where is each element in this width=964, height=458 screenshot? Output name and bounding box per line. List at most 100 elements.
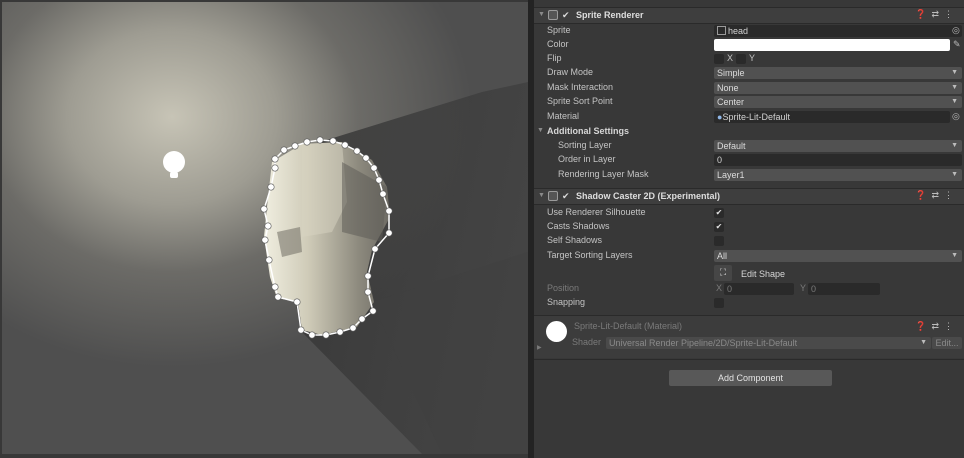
sprite-renderer-enabled-checkbox[interactable]: ✔	[562, 10, 572, 20]
use-silhouette-checkbox[interactable]: ✔	[714, 208, 724, 218]
chevron-down-icon: ▼	[920, 339, 927, 346]
self-shadows-checkbox[interactable]	[714, 236, 724, 246]
sprite-label: Sprite	[547, 25, 571, 35]
sort-point-value: Center	[717, 97, 745, 107]
rendering-layer-mask-row: Rendering Layer Mask Layer1 ▼	[534, 168, 964, 182]
flip-y-checkbox[interactable]	[736, 54, 746, 64]
rendering-layer-mask-label: Rendering Layer Mask	[558, 169, 649, 179]
casts-shadows-label: Casts Shadows	[547, 221, 610, 231]
material-row: Material ●Sprite-Lit-Default ◎	[534, 110, 964, 124]
chevron-down-icon: ▼	[951, 252, 958, 259]
material-preview-icon	[546, 321, 567, 342]
sort-point-row: Sprite Sort Point Center ▼	[534, 95, 964, 109]
scene-view[interactable]	[2, 2, 528, 454]
chevron-down-icon: ▼	[951, 84, 958, 91]
chevron-down-icon: ▼	[951, 69, 958, 76]
object-picker-icon[interactable]: ◎	[952, 111, 960, 122]
sort-point-dropdown[interactable]: Center ▼	[714, 96, 962, 108]
sorting-layer-value: Default	[717, 141, 746, 151]
sorting-layer-dropdown[interactable]: Default ▼	[714, 140, 962, 152]
position-y-input[interactable]: 0	[808, 283, 880, 295]
sprite-row: Sprite head ◎	[534, 24, 964, 38]
material-value: Sprite-Lit-Default	[722, 112, 790, 122]
snapping-checkbox[interactable]	[714, 298, 724, 308]
chevron-down-icon: ▼	[951, 142, 958, 149]
draw-mode-label: Draw Mode	[547, 67, 594, 77]
shadow-caster-icon	[548, 191, 558, 201]
rendering-layer-mask-value: Layer1	[717, 170, 745, 180]
mask-value: None	[717, 83, 739, 93]
flip-row: Flip X Y	[534, 52, 964, 66]
order-in-layer-input[interactable]: 0	[714, 154, 962, 166]
target-sorting-dropdown[interactable]: All ▼	[714, 250, 962, 262]
flip-y-label: Y	[749, 53, 756, 63]
sort-point-label: Sprite Sort Point	[547, 96, 613, 106]
eyedropper-icon[interactable]: ✎	[953, 39, 961, 50]
component-menu-icons[interactable]: ❓⇄⋮	[915, 9, 958, 20]
scene-canvas	[163, 82, 528, 454]
object-picker-icon[interactable]: ◎	[952, 25, 960, 36]
casts-shadows-checkbox[interactable]: ✔	[714, 222, 724, 232]
divider	[534, 359, 964, 360]
foldout-arrow-icon[interactable]: ▼	[538, 192, 545, 199]
position-label: Position	[547, 283, 580, 293]
self-shadows-row: Self Shadows	[534, 234, 964, 248]
sprite-renderer-header[interactable]: ▼ ✔ Sprite Renderer ❓⇄⋮	[534, 7, 964, 24]
color-label: Color	[547, 39, 569, 49]
position-x-label: X	[716, 283, 723, 293]
flip-x-label: X	[727, 53, 734, 63]
shadow-caster-header[interactable]: ▼ ✔ Shadow Caster 2D (Experimental) ❓⇄⋮	[534, 188, 964, 205]
shadow-caster-enabled-checkbox[interactable]: ✔	[562, 191, 572, 201]
foldout-arrow-icon[interactable]: ▼	[537, 127, 544, 134]
order-in-layer-row: Order in Layer 0	[534, 153, 964, 167]
shader-label: Shader	[572, 337, 602, 347]
shadow-caster-title: Shadow Caster 2D (Experimental)	[576, 191, 721, 201]
edit-shape-icon[interactable]: ⛶	[714, 265, 732, 281]
add-component-button[interactable]: Add Component	[669, 370, 832, 386]
additional-settings-label: Additional Settings	[547, 126, 629, 136]
sprite-value: head	[728, 26, 749, 36]
shader-dropdown[interactable]: Universal Render Pipeline/2D/Sprite-Lit-…	[606, 337, 931, 349]
sorting-layer-label: Sorting Layer	[558, 140, 612, 150]
flip-label: Flip	[547, 53, 562, 63]
rendering-layer-mask-dropdown[interactable]: Layer1 ▼	[714, 169, 962, 181]
material-menu-icons[interactable]: ❓⇄⋮	[915, 321, 958, 332]
target-sorting-row: Target Sorting Layers All ▼	[534, 249, 964, 263]
draw-mode-row: Draw Mode Simple ▼	[534, 66, 964, 80]
self-shadows-label: Self Shadows	[547, 235, 603, 245]
sprite-renderer-icon	[548, 10, 558, 20]
sprite-renderer-title: Sprite Renderer	[576, 10, 644, 20]
sprite-field[interactable]: head	[714, 25, 962, 37]
sorting-layer-row: Sorting Layer Default ▼	[534, 139, 964, 153]
shader-edit-button[interactable]: Edit...	[932, 337, 962, 349]
casts-shadows-row: Casts Shadows ✔	[534, 220, 964, 234]
foldout-arrow-icon[interactable]: ▶	[537, 344, 542, 351]
target-sorting-value: All	[717, 251, 728, 261]
order-in-layer-label: Order in Layer	[558, 154, 616, 164]
chevron-down-icon: ▼	[951, 171, 958, 178]
color-row: Color ✎	[534, 38, 964, 52]
material-field[interactable]: ●Sprite-Lit-Default	[714, 111, 950, 123]
position-x-input[interactable]: 0	[724, 283, 794, 295]
position-row: Position X 0 Y 0	[534, 282, 964, 296]
snapping-row: Snapping	[534, 296, 964, 310]
shader-value: Universal Render Pipeline/2D/Sprite-Lit-…	[609, 338, 798, 348]
foldout-arrow-icon[interactable]: ▼	[538, 11, 545, 18]
draw-mode-dropdown[interactable]: Simple ▼	[714, 67, 962, 79]
target-sorting-label: Target Sorting Layers	[547, 250, 633, 260]
inspector-panel: ▼ ✔ Sprite Renderer ❓⇄⋮ Sprite head ◎ Co…	[534, 0, 964, 458]
mask-dropdown[interactable]: None ▼	[714, 82, 962, 94]
edit-shape-row: ⛶ Edit Shape	[534, 265, 964, 283]
component-menu-icons[interactable]: ❓⇄⋮	[915, 190, 958, 201]
color-swatch[interactable]	[714, 39, 950, 51]
snapping-label: Snapping	[547, 297, 586, 307]
additional-settings-row[interactable]: ▼ Additional Settings	[534, 125, 964, 139]
mask-label: Mask Interaction	[547, 82, 614, 92]
mask-row: Mask Interaction None ▼	[534, 81, 964, 95]
position-y-label: Y	[800, 283, 807, 293]
chevron-down-icon: ▼	[951, 98, 958, 105]
draw-mode-value: Simple	[717, 68, 745, 78]
flip-x-checkbox[interactable]	[714, 54, 724, 64]
material-label: Material	[547, 111, 580, 121]
material-section: Sprite-Lit-Default (Material) ❓⇄⋮ ▶ Shad…	[534, 316, 964, 358]
